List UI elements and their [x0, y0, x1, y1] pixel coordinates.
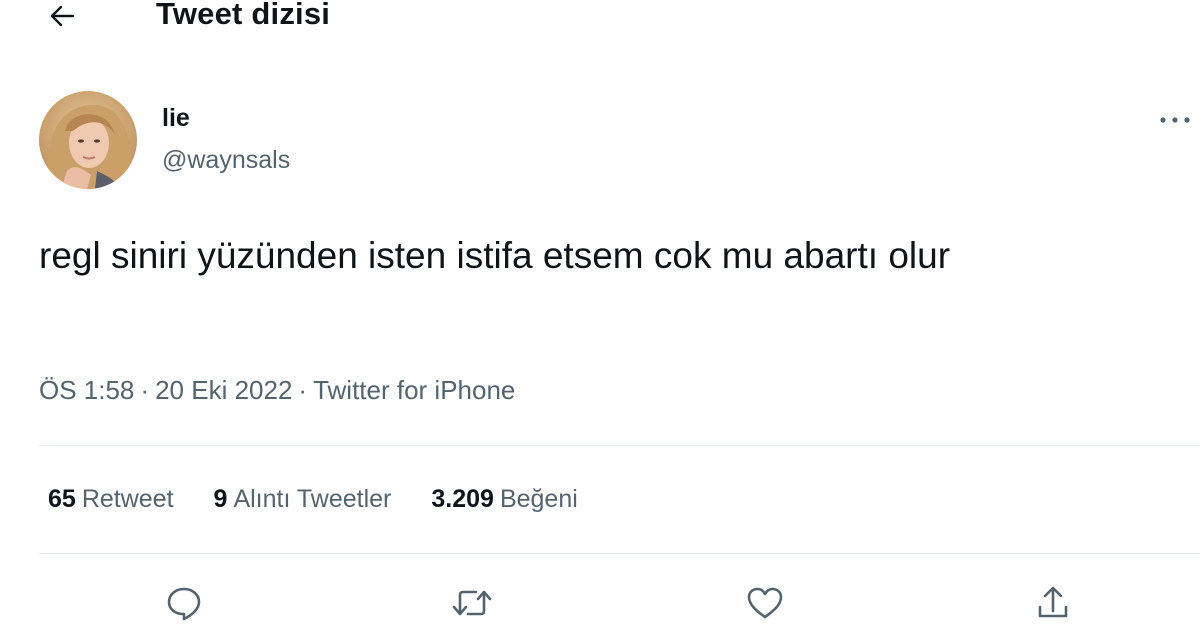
tweet-time[interactable]: ÖS 1:58 — [39, 375, 134, 405]
more-options-button[interactable] — [1155, 108, 1195, 132]
top-bar: Tweet dizisi — [0, 0, 1200, 40]
share-icon — [1038, 586, 1068, 618]
meta-separator: · — [140, 375, 150, 405]
reply-button[interactable] — [160, 579, 208, 627]
tweet-stats: 65 Retweet 9 Alıntı Tweetler 3.209 Beğeni — [48, 482, 578, 516]
user-handle[interactable]: @waynsals — [162, 145, 290, 175]
like-label: Beğeni — [499, 485, 578, 513]
tweet-source[interactable]: Twitter for iPhone — [313, 375, 515, 405]
reply-icon — [167, 587, 201, 621]
retweet-label: Retweet — [81, 485, 174, 513]
tweet-meta: ÖS 1:58 · 20 Eki 2022 · Twitter for iPhone — [39, 374, 515, 406]
like-icon — [747, 587, 783, 619]
page-title: Tweet dizisi — [156, 0, 331, 31]
arrow-left-icon — [50, 5, 75, 27]
quote-count: 9 — [213, 485, 228, 513]
avatar-image — [39, 91, 137, 189]
avatar[interactable] — [39, 91, 137, 189]
more-horizontal-icon — [1160, 117, 1190, 123]
retweet-icon — [452, 590, 492, 616]
retweet-button[interactable] — [448, 579, 496, 627]
quote-label: Alıntı Tweetler — [233, 485, 392, 513]
retweet-count-link[interactable]: 65 Retweet — [48, 482, 174, 516]
back-button[interactable] — [40, 0, 84, 34]
share-button[interactable] — [1029, 579, 1077, 627]
action-bar — [0, 575, 1200, 630]
retweet-count: 65 — [48, 485, 76, 513]
tweet-text: regl siniri yüzünden isten istifa etsem … — [39, 235, 951, 276]
like-button[interactable] — [741, 579, 789, 627]
display-name[interactable]: lie — [162, 103, 190, 133]
quote-count-link[interactable]: 9 Alıntı Tweetler — [214, 482, 392, 516]
divider — [39, 553, 1200, 554]
like-count: 3.209 — [431, 485, 494, 513]
tweet-date[interactable]: 20 Eki 2022 — [155, 375, 292, 405]
divider — [39, 445, 1200, 446]
meta-separator: · — [298, 375, 308, 405]
like-count-link[interactable]: 3.209 Beğeni — [431, 482, 577, 516]
